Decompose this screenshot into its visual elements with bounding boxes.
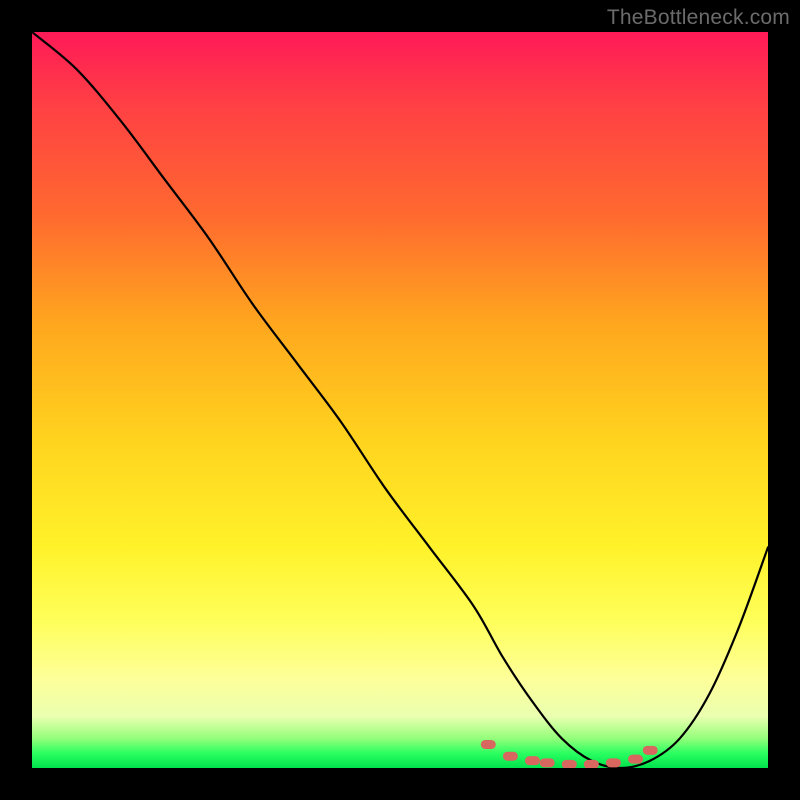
marker-dot xyxy=(525,756,540,765)
marker-dot xyxy=(584,760,599,768)
curve-svg xyxy=(32,32,768,768)
bottleneck-curve xyxy=(32,32,768,768)
marker-dot xyxy=(503,752,518,761)
plot-area xyxy=(32,32,768,768)
marker-dot xyxy=(562,760,577,768)
marker-dot xyxy=(481,740,496,749)
marker-dot xyxy=(540,758,555,767)
chart-frame: TheBottleneck.com xyxy=(0,0,800,800)
marker-dot xyxy=(628,755,643,764)
watermark-text: TheBottleneck.com xyxy=(607,6,790,30)
marker-dot xyxy=(643,746,658,755)
marker-dot xyxy=(606,758,621,767)
